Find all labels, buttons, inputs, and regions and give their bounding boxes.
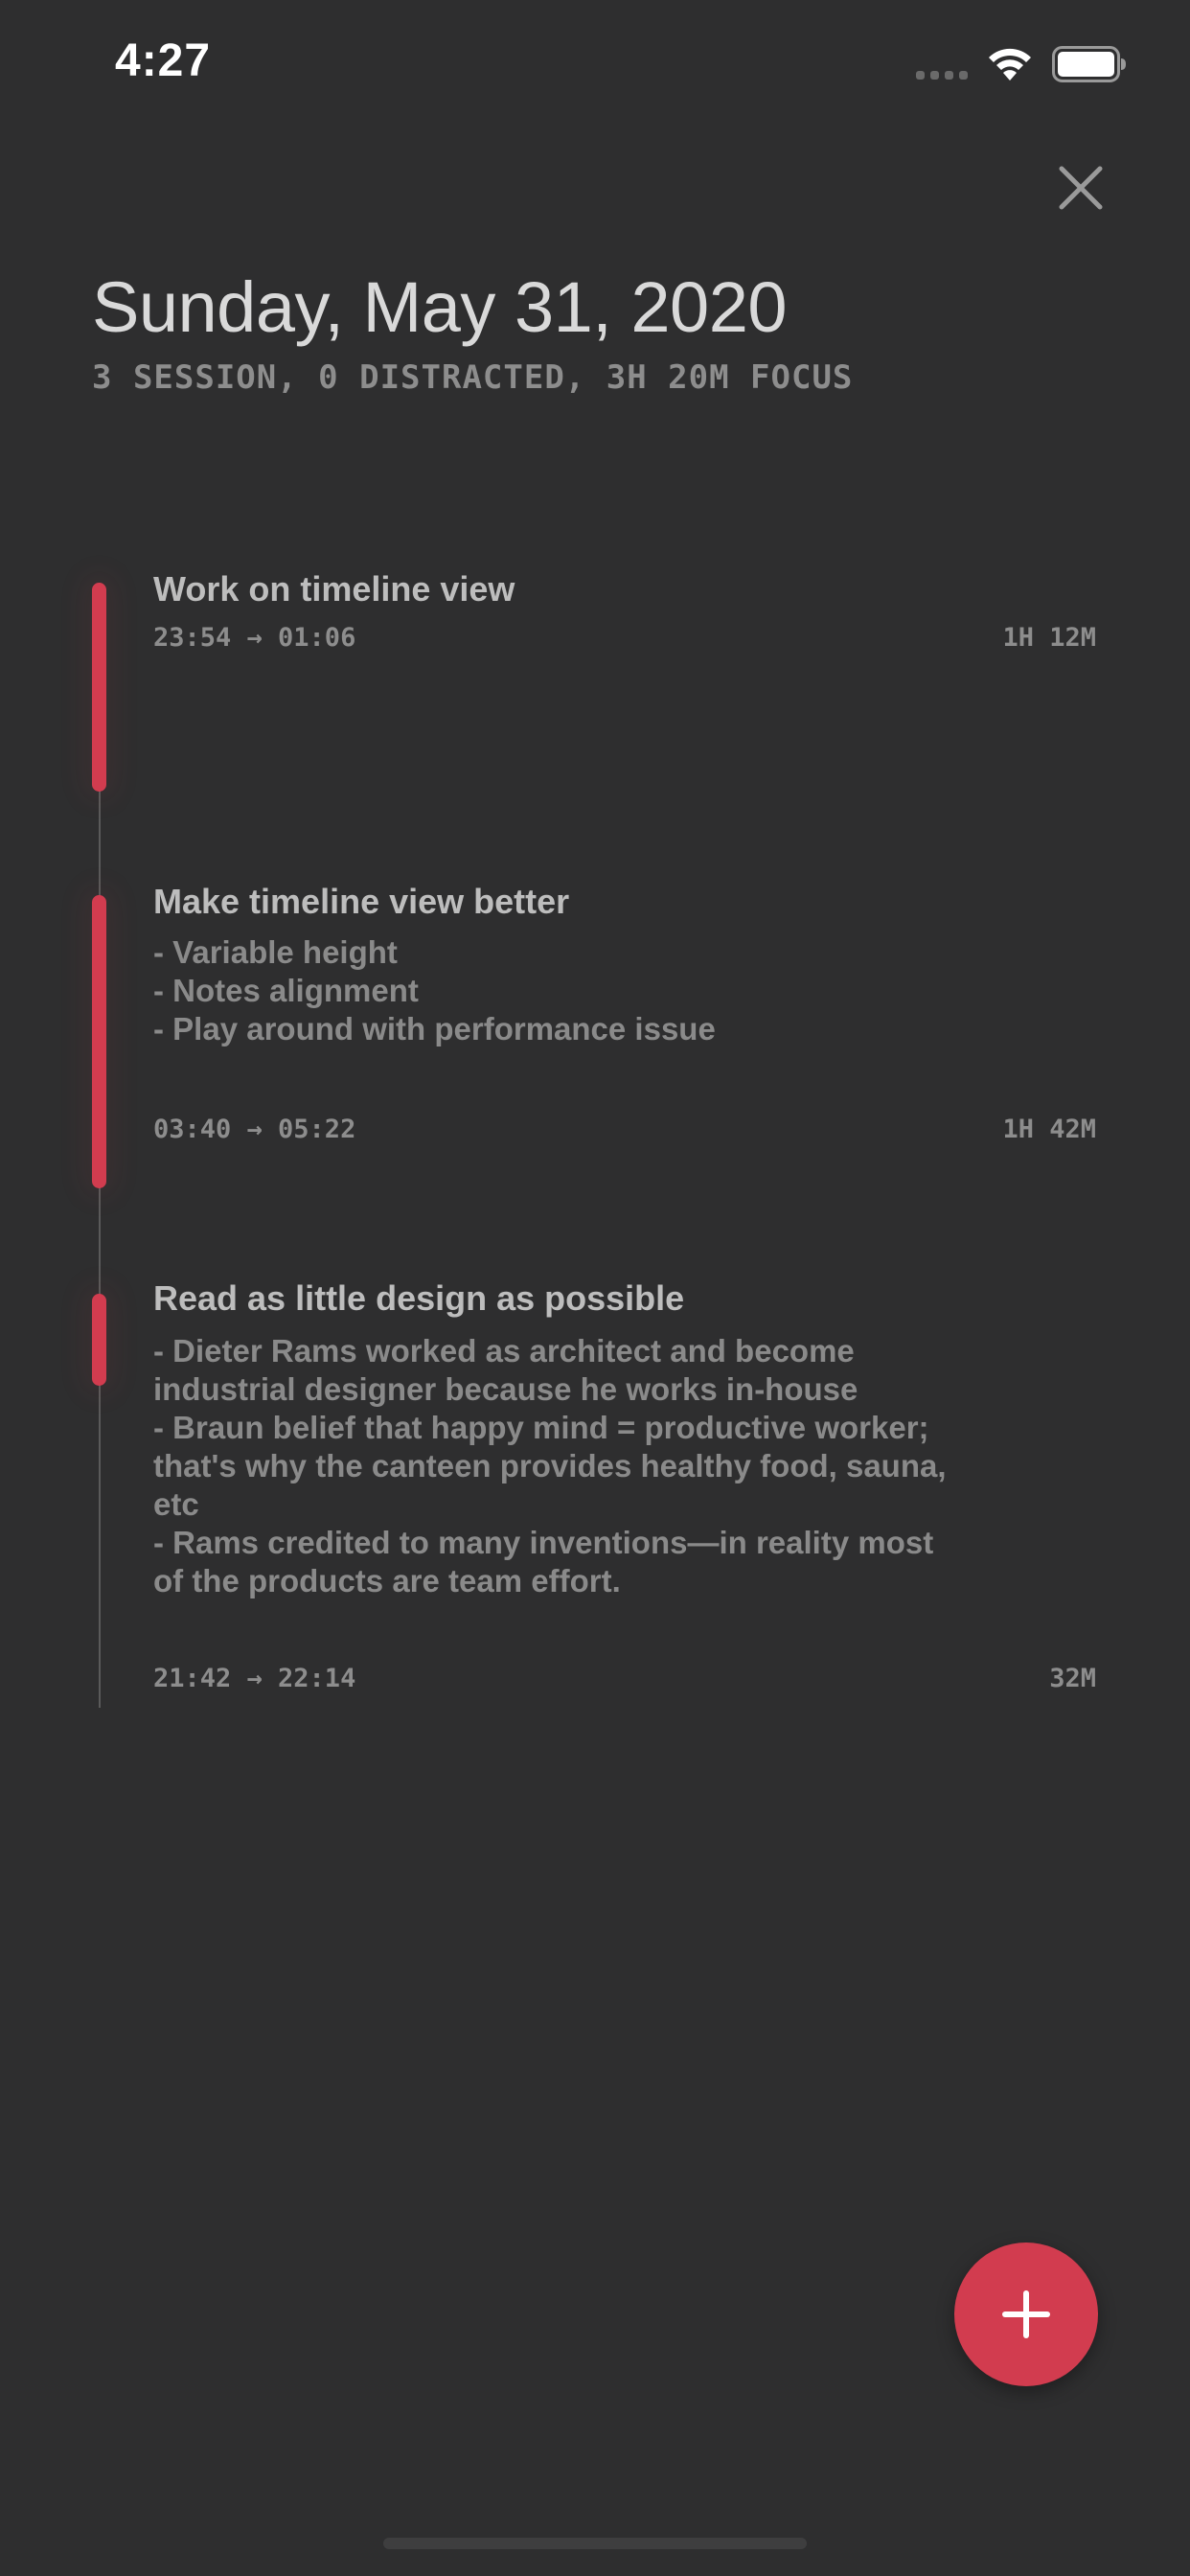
close-icon bbox=[1059, 166, 1103, 210]
status-time: 4:27 bbox=[115, 35, 212, 86]
session-notes: - Dieter Rams worked as architect and be… bbox=[153, 1332, 996, 1600]
session-title[interactable]: Read as little design as possible bbox=[153, 1278, 684, 1319]
note-line: - Braun belief that happy mind = product… bbox=[153, 1410, 929, 1445]
session-bar bbox=[92, 895, 106, 1188]
battery-icon bbox=[1052, 46, 1126, 82]
wifi-icon bbox=[989, 48, 1031, 80]
session-time-range: 21:42 → 22:14 bbox=[153, 1664, 356, 1693]
session-duration: 32M bbox=[1049, 1664, 1096, 1693]
page-title: Sunday, May 31, 2020 bbox=[92, 267, 788, 347]
plus-icon bbox=[1002, 2290, 1050, 2338]
note-line: - Dieter Rams worked as architect and be… bbox=[153, 1333, 855, 1368]
session-duration: 1H 42M bbox=[1002, 1115, 1096, 1144]
note-line: etc bbox=[153, 1486, 199, 1522]
cellular-signal-icon bbox=[916, 71, 968, 80]
session-bar bbox=[92, 583, 106, 792]
home-indicator[interactable] bbox=[383, 2538, 807, 2549]
note-line: - Rams credited to many inventions—in re… bbox=[153, 1525, 934, 1560]
session-duration: 1H 12M bbox=[1002, 623, 1096, 653]
session-notes: - Variable height - Notes alignment - Pl… bbox=[153, 933, 996, 1048]
note-line: of the products are team effort. bbox=[153, 1563, 621, 1598]
note-line: - Notes alignment bbox=[153, 973, 419, 1008]
note-line: industrial designer because he works in-… bbox=[153, 1371, 858, 1407]
note-line: - Variable height bbox=[153, 934, 398, 970]
close-button[interactable] bbox=[1054, 161, 1108, 215]
session-bar bbox=[92, 1294, 106, 1386]
add-session-button[interactable] bbox=[954, 2242, 1098, 2386]
note-line: that's why the canteen provides healthy … bbox=[153, 1448, 947, 1484]
session-time-range: 03:40 → 05:22 bbox=[153, 1115, 356, 1144]
session-title[interactable]: Make timeline view better bbox=[153, 882, 569, 922]
day-summary: 3 SESSION, 0 DISTRACTED, 3H 20M FOCUS bbox=[92, 358, 854, 397]
status-bar: 4:27 bbox=[0, 0, 1190, 125]
session-title[interactable]: Work on timeline view bbox=[153, 569, 515, 610]
session-time-range: 23:54 → 01:06 bbox=[153, 623, 356, 653]
note-line: - Play around with performance issue bbox=[153, 1011, 716, 1046]
